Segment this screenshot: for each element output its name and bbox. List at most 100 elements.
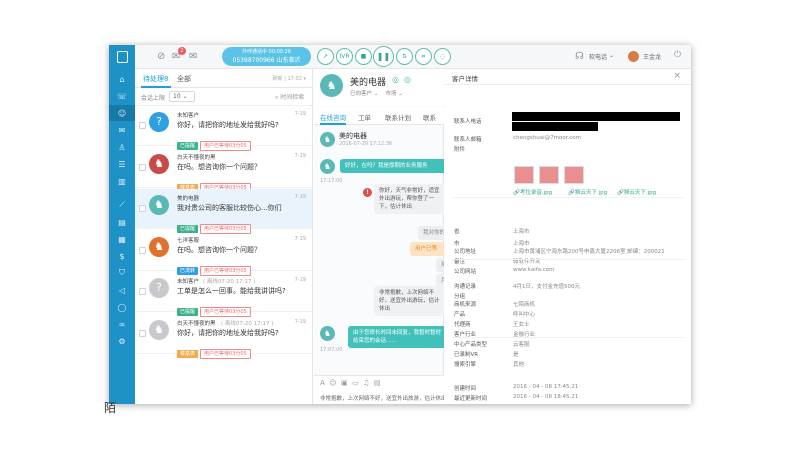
folder-icon[interactable]: ▤ [374, 379, 381, 387]
chat-button[interactable]: ◌ [434, 48, 451, 65]
field-label: 中心产品类型 [454, 342, 488, 348]
field-label: 省 [454, 229, 460, 235]
edit-icon[interactable]: ◎ [392, 75, 399, 84]
bubble-icon[interactable]: ◯ [109, 299, 135, 315]
dollar-icon[interactable]: $ [109, 248, 135, 264]
gear-icon[interactable]: ⚙ [109, 333, 135, 349]
chart-icon[interactable]: ⟋ [109, 197, 135, 213]
share-icon[interactable]: ◎ [404, 75, 411, 84]
mail-off-icon[interactable]: ✉ [189, 50, 197, 64]
chat-icon[interactable]: ☺ [109, 105, 135, 121]
field-value[interactable]: 上海市 [513, 239, 530, 247]
row-checkbox[interactable] [139, 205, 146, 212]
field-value[interactable]: 上海市黄浦区宁海东路200号申鑫大厦2206室 邮编：200021 [513, 247, 665, 255]
divider [452, 197, 684, 198]
field-value[interactable]: 4月1日，支付金充值500元 [513, 282, 580, 290]
tab-all[interactable]: 全部 [177, 74, 191, 84]
session-row[interactable]: ♞ 白天不懂夜的黑 7-19 在吗。想咨询你一个问题？ 楼基表 用户已等待03分05 [135, 148, 312, 193]
error-icon[interactable]: ! [363, 188, 372, 197]
field-value[interactable]: 上海市 [513, 227, 530, 235]
ivr-button[interactable]: IVR [336, 48, 353, 65]
session-limit-select[interactable]: 10 ⌄ [169, 91, 195, 102]
attachment-link[interactable]: 🔗狮云天下.jpg [617, 188, 656, 196]
transfer-button[interactable]: ↗ [317, 48, 334, 65]
attachment-thumb[interactable] [539, 166, 559, 184]
contact-name: 未知客户 [177, 113, 200, 119]
reply-bubble: 用 [436, 258, 444, 272]
field-value[interactable]: chengshuai@7moor.com [513, 135, 581, 141]
composer: A ☺ ▣ ▭ ♫ ▤ 非常抱歉，上次网络不好，送宜外出旅游，估计休出 [314, 375, 447, 404]
message-icon[interactable]: ✉ 2 [172, 47, 186, 64]
row-checkbox[interactable] [139, 122, 146, 129]
message-time: 17:17:00 [320, 178, 343, 184]
user-name[interactable]: 王金龙 [643, 52, 661, 61]
row-checkbox[interactable] [139, 164, 146, 171]
call-status: 外呼通话中 00:00:26 [241, 49, 292, 55]
consult-button[interactable]: ⇅ [396, 48, 413, 65]
session-row[interactable]: ♞ 美的电器 7-19 我对贵公司的客服比较伤心...你们 已提醒 用户已等待03分05 [135, 189, 312, 234]
field-value[interactable]: 2016 - 04 - 08 18:45:21 [513, 394, 578, 400]
list-icon[interactable]: ☰ [109, 156, 135, 172]
attachment-link[interactable]: 🔗考拉录音.jpg [513, 188, 552, 196]
image-icon[interactable]: ▣ [341, 379, 348, 387]
power-icon[interactable]: ⏻ [674, 50, 681, 60]
pause-button[interactable]: ❚❚ [373, 46, 394, 67]
time-search[interactable]: ⌕ 时间检索 [275, 92, 304, 102]
stats-icon[interactable]: ▤ [109, 214, 135, 230]
session-row[interactable]: ? 未知客户( 离线07-20 17:17 ) 7-19 工单是怎么一回事。能给我讲讲… [135, 272, 312, 317]
field-value[interactable]: 2016 - 04 - 08 17:45:21 [513, 384, 578, 390]
tab-pending[interactable]: 待处理8 [143, 74, 168, 84]
file-icon[interactable]: ▭ [352, 379, 359, 387]
refresh-note[interactable]: 刷新 | 17:02 ▾ [273, 75, 306, 82]
field-value[interactable]: 其他 [513, 360, 524, 368]
session-row[interactable]: ? 未知客户 7-19 你好，请把你的地址发给我好吗? 已提醒 用户已等待03分05 [135, 106, 312, 151]
keypad-button[interactable]: ⌗ [415, 48, 432, 65]
message-bubble: 好好，在吗？我是厚期的业务服务 [340, 159, 444, 173]
attachment-link[interactable]: 🔗狮云天下.jpg [568, 188, 607, 196]
user-avatar[interactable] [628, 51, 639, 62]
session-row[interactable]: ♞ 白天不懂夜的黑 ( 离线07-20 17:17 ) 7-19 你好，请把你的地址发给… [135, 314, 312, 359]
attachment-thumb[interactable] [564, 166, 584, 184]
chat-subtitle[interactable]: 已向客户 ⌄ 市场 ⌄ [350, 89, 403, 97]
row-checkbox[interactable] [139, 247, 146, 254]
row-checkbox[interactable] [139, 288, 146, 295]
emoji-icon[interactable]: ☺ [329, 379, 336, 387]
row-checkbox[interactable] [139, 330, 146, 337]
report-icon[interactable]: ▦ [109, 231, 135, 247]
megaphone-icon[interactable]: ◁ [109, 282, 135, 298]
tab-ticket[interactable]: 工单 [358, 112, 371, 122]
detail-title: 客户详情 [452, 75, 478, 83]
session-row[interactable]: ♞ 七洋客服 7-19 在吗。想咨询你一个问题？ 已流转 用户已等待03分05 [135, 231, 312, 276]
field-value[interactable]: 是 [513, 350, 519, 358]
field-label: 联系人电话 [454, 119, 482, 125]
stop-button[interactable]: ■ [355, 48, 372, 65]
attachment-thumb[interactable] [514, 166, 534, 184]
field-label: 创建时间 [454, 386, 477, 392]
chevron-down-icon[interactable]: ⌄ [609, 52, 614, 59]
tab-online[interactable]: 在线咨询 [320, 112, 346, 122]
field-value[interactable]: 云客服 [513, 340, 530, 348]
call-status-pill[interactable]: 外呼通话中 00:00:26 05398700966 山东临沂 [222, 47, 311, 66]
message-bubble: 你好，天气非常好，适宜外出游玩，帮你登了一下，估计休出 [374, 184, 444, 214]
mail-icon[interactable]: ✉ [109, 122, 135, 138]
font-icon[interactable]: A [320, 379, 325, 387]
tab-contact[interactable]: 联系 [423, 112, 436, 122]
field-value[interactable]: 七陌商机 [513, 300, 535, 308]
tab-plan[interactable]: 联系计划 [385, 112, 411, 122]
link-icon[interactable]: ∞ [109, 316, 135, 332]
close-icon[interactable]: × [673, 71, 681, 81]
composer-input[interactable]: 非常抱歉，上次网络不好，送宜外出旅游，估计休出 [320, 394, 447, 402]
field-value[interactable]: 王女士 [513, 320, 530, 328]
field-value[interactable]: www.kaifa.com [513, 267, 555, 273]
phone-mode-select[interactable]: 软电话 [589, 52, 607, 61]
chat-panel: ♞ 美的电器 ◎ ◎ 已向客户 ⌄ 市场 ⌄ 在线咨询 工单 联系计划 联系 ♞… [314, 69, 447, 404]
offline-status: ( 离线07-20 17:17 ) [221, 321, 274, 327]
book-icon[interactable]: ▥ [109, 173, 135, 189]
phone-icon[interactable]: ☏ [109, 88, 135, 104]
bell-icon[interactable]: ♫ [363, 379, 369, 387]
shield-icon[interactable]: ⛉ [109, 265, 135, 281]
field-value[interactable]: 呼叫中心 [513, 310, 535, 318]
mute-phone-icon[interactable]: ⊘ [157, 50, 165, 64]
home-icon[interactable]: ⌂ [109, 71, 135, 87]
contacts-icon[interactable]: ♙ [109, 139, 135, 155]
